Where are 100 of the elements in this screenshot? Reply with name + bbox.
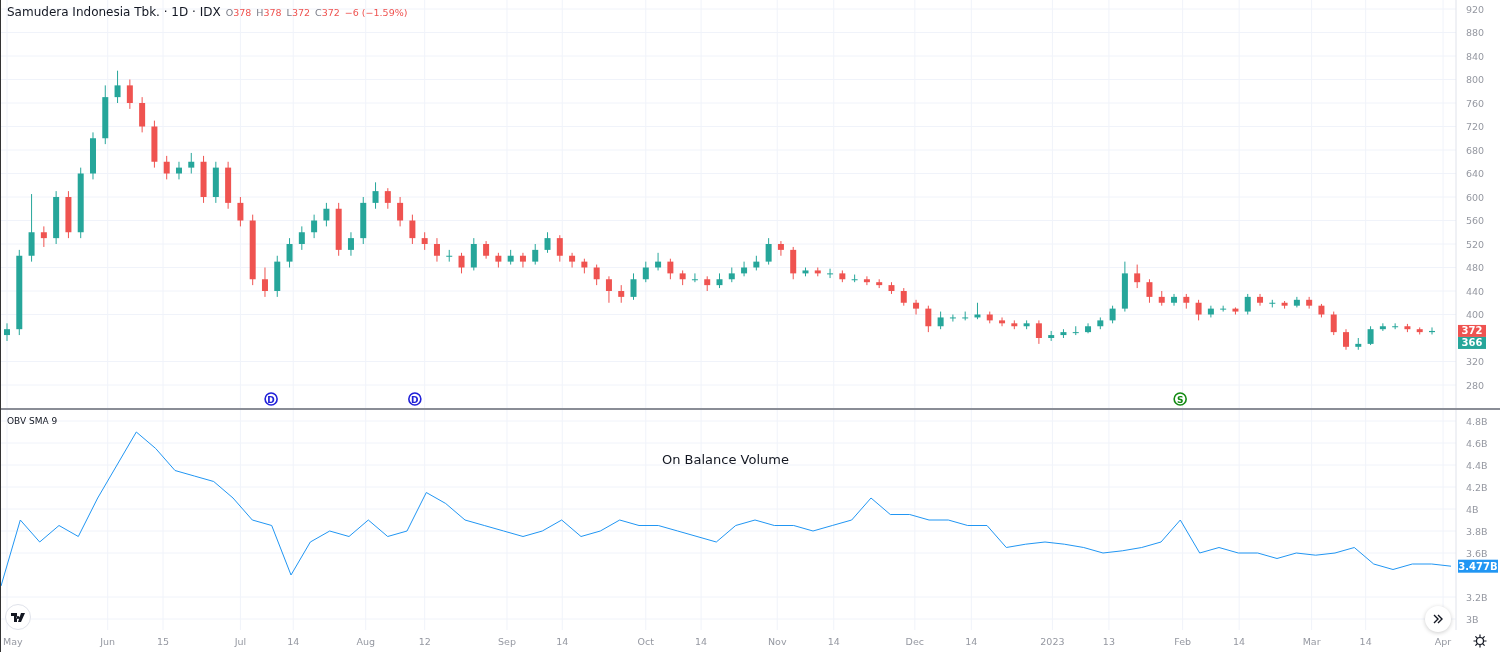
candlestick (114, 70, 121, 104)
candlestick (814, 267, 821, 277)
axis-label: 400 (1466, 309, 1485, 320)
candlestick (176, 161, 182, 180)
candlestick (863, 275, 870, 286)
axis-label: Oct (637, 636, 654, 647)
candlestick (802, 267, 809, 277)
axis-label: 14 (965, 636, 978, 647)
candlestick (544, 231, 551, 254)
candlestick (605, 275, 612, 304)
candlestick (1072, 325, 1079, 336)
settings-icon[interactable] (1473, 634, 1487, 648)
candlestick (569, 252, 576, 268)
ohlc-value: H378 (256, 7, 282, 18)
candlestick (741, 261, 748, 277)
candlestick (1048, 330, 1055, 342)
candlestick (999, 316, 1006, 327)
axis-label: 920 (1466, 3, 1485, 15)
axis-label: 840 (1466, 50, 1485, 62)
ohlc-value: L372 (286, 7, 311, 18)
candlestick (962, 311, 969, 321)
candlestick (311, 214, 318, 239)
candlestick (1330, 311, 1337, 336)
axis-label: 14 (287, 636, 300, 647)
axis-label: 4.4B (1466, 459, 1488, 471)
candlestick (1293, 296, 1300, 308)
chart-title: Samudera Indonesia Tbk. · 1D · IDX (7, 5, 221, 19)
logo-button[interactable] (5, 604, 31, 630)
candlestick (581, 258, 588, 274)
candlestick (139, 96, 146, 133)
ohlc-value: C372 (315, 7, 340, 18)
axis-label: Dec (905, 636, 924, 647)
candlestick (495, 252, 502, 268)
event-marker[interactable]: D (264, 392, 278, 406)
candlestick (384, 187, 391, 210)
price-tag: 372 (1458, 324, 1486, 337)
ohlc-value: O378 (225, 7, 252, 18)
scroll-right-button[interactable] (1425, 606, 1451, 632)
axis-label: 720 (1466, 121, 1485, 132)
axis-label: 3.8B (1466, 525, 1488, 537)
axis-label: 680 (1466, 144, 1485, 156)
candlestick (1097, 316, 1104, 330)
candlestick (4, 322, 10, 342)
candlestick (372, 181, 379, 210)
axis-label: 3.2B (1466, 591, 1488, 603)
candlestick (1220, 305, 1227, 313)
candlestick (937, 311, 944, 330)
candlestick (986, 311, 993, 324)
candlestick (1343, 328, 1349, 351)
candlestick (458, 252, 465, 274)
axis-label: 14 (695, 636, 708, 647)
axis-label: 2023 (1040, 636, 1065, 647)
axis-label: 880 (1466, 27, 1485, 38)
axis-label: 4.6B (1466, 437, 1488, 449)
axis-label: 14 (1233, 636, 1246, 647)
double-chevron-icon (1433, 614, 1443, 624)
candlestick (188, 152, 195, 174)
candlestick (765, 237, 772, 266)
axis-label: Apr (1434, 636, 1452, 647)
candlestick (949, 314, 956, 323)
candlestick (1379, 322, 1386, 332)
axis-label: 14 (556, 636, 569, 647)
candlestick (1281, 300, 1288, 310)
candlestick (249, 214, 256, 286)
candlestick (1232, 306, 1239, 315)
candlestick (691, 272, 698, 283)
candlestick (900, 287, 907, 307)
candlestick (974, 302, 981, 320)
candlestick (753, 255, 760, 271)
axis-label: 4.2B (1466, 481, 1488, 493)
axis-label: 12 (418, 636, 431, 647)
candlestick (1404, 323, 1411, 333)
candlestick (839, 269, 846, 283)
candlestick (28, 193, 35, 263)
event-marker[interactable]: D (408, 392, 422, 406)
candlestick (1367, 325, 1374, 346)
candlestick (225, 161, 232, 210)
candlestick (151, 120, 158, 169)
event-marker[interactable]: S (1173, 392, 1187, 406)
candlestick (335, 202, 342, 257)
candlestick (65, 190, 72, 239)
candlestick (667, 258, 674, 280)
candlestick (126, 79, 133, 110)
candlestick (1429, 326, 1435, 335)
candlestick (1392, 322, 1399, 330)
candlestick (286, 237, 293, 268)
candlestick (237, 196, 244, 227)
axis-label: Nov (767, 636, 787, 647)
candlestick (397, 196, 404, 227)
axis-label: 3.6B (1466, 547, 1488, 559)
axis-label: Aug (356, 636, 375, 647)
candlestick (1244, 293, 1251, 315)
candlestick (716, 272, 723, 289)
candlestick (1416, 326, 1423, 335)
candlestick (519, 252, 526, 268)
axis-label: 440 (1466, 285, 1485, 297)
candlestick (851, 274, 858, 283)
candlestick (913, 299, 920, 315)
candlestick (630, 272, 637, 301)
candlestick (556, 234, 563, 263)
